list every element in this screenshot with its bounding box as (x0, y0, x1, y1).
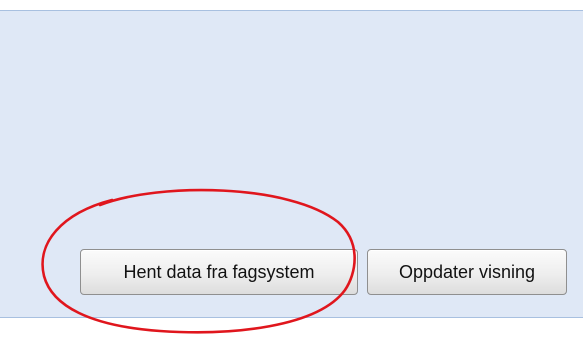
fetch-data-from-system-button[interactable]: Hent data fra fagsystem (80, 249, 358, 295)
screenshot-stage: Hent data fra fagsystem Oppdater visning (0, 0, 583, 341)
refresh-view-button[interactable]: Oppdater visning (367, 249, 567, 295)
